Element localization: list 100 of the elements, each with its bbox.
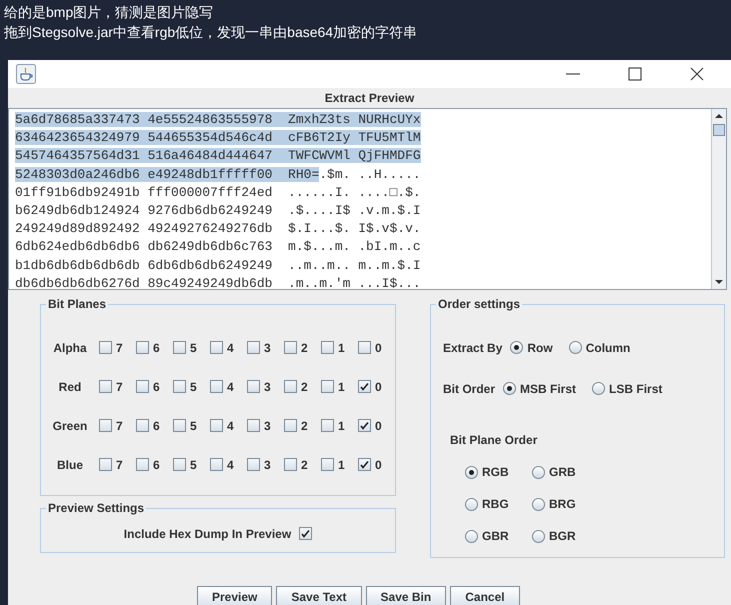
checkbox[interactable] bbox=[136, 419, 149, 432]
scrollbar[interactable] bbox=[711, 109, 726, 289]
bit-label: 2 bbox=[301, 456, 308, 474]
option-label: GBR bbox=[482, 528, 509, 545]
bit-label: 0 bbox=[375, 378, 382, 396]
option-label: Column bbox=[586, 340, 630, 356]
java-cup-icon bbox=[16, 64, 36, 84]
bit-label: 0 bbox=[375, 418, 382, 434]
bit-label: 5 bbox=[190, 340, 197, 356]
checkbox[interactable] bbox=[321, 380, 334, 393]
radio-button[interactable] bbox=[532, 498, 545, 510]
checkbox[interactable] bbox=[321, 341, 334, 354]
group-label: Bit Order bbox=[443, 380, 496, 398]
radio-button[interactable] bbox=[510, 341, 524, 354]
bit-label: 6 bbox=[153, 456, 160, 474]
checkbox[interactable] bbox=[173, 458, 186, 471]
radio-button[interactable] bbox=[532, 466, 545, 478]
checkbox[interactable] bbox=[358, 341, 371, 354]
checkbox[interactable] bbox=[299, 527, 312, 540]
checkbox[interactable] bbox=[173, 341, 186, 354]
dialog-button[interactable]: Cancel bbox=[450, 586, 520, 605]
bit-label: 2 bbox=[301, 340, 308, 356]
bit-label: 4 bbox=[227, 418, 234, 434]
dialog-button[interactable]: Save Text bbox=[276, 586, 362, 605]
bit-label: 1 bbox=[338, 418, 345, 434]
bit-label: 4 bbox=[227, 340, 234, 356]
preview-text: b1db6db6db6db6db 6db6db6db6249249 ..m..m.. m..m.$.I bbox=[15, 258, 421, 273]
group-label: Extract By bbox=[443, 340, 502, 356]
preview-text: db6db6db6db6276d 89c49249249db6db .m..m.'m ...I$... bbox=[15, 276, 421, 289]
radio-button[interactable] bbox=[465, 466, 478, 478]
checkbox[interactable] bbox=[210, 419, 223, 432]
checkbox[interactable] bbox=[358, 458, 371, 471]
channel-label: Alpha bbox=[52, 340, 88, 356]
radio-button[interactable] bbox=[592, 382, 606, 395]
preview-text: b6249db6db124924 9276db6db6249249 .$....I$ .v.m.$.I bbox=[15, 203, 421, 218]
checkbox[interactable] bbox=[210, 458, 223, 471]
scroll-thumb[interactable] bbox=[713, 124, 725, 136]
option-label: RBG bbox=[482, 496, 509, 513]
option-label: RGB bbox=[482, 464, 509, 481]
bit-label: 4 bbox=[227, 456, 234, 474]
bit-label: 6 bbox=[153, 418, 160, 434]
preview-text-area[interactable] bbox=[8, 108, 727, 290]
bit-label: 3 bbox=[264, 378, 271, 396]
radio-button[interactable] bbox=[532, 530, 545, 542]
radio-button[interactable] bbox=[465, 530, 478, 542]
checkbox[interactable] bbox=[284, 341, 297, 354]
checkbox[interactable] bbox=[284, 380, 297, 393]
bit-label: 2 bbox=[301, 378, 308, 396]
checkbox[interactable] bbox=[99, 341, 112, 354]
bit-label: 1 bbox=[338, 456, 345, 474]
checkbox[interactable] bbox=[247, 380, 260, 393]
checkbox[interactable] bbox=[173, 380, 186, 393]
option-label: BGR bbox=[549, 528, 576, 545]
checkbox[interactable] bbox=[284, 419, 297, 432]
checkbox[interactable] bbox=[210, 341, 223, 354]
checkbox[interactable] bbox=[247, 419, 260, 432]
radio-button[interactable] bbox=[503, 382, 516, 395]
bit-label: 1 bbox=[338, 340, 345, 356]
checkbox[interactable] bbox=[284, 458, 297, 471]
bit-label: 6 bbox=[153, 378, 160, 396]
checkbox[interactable] bbox=[358, 380, 371, 393]
selected-text: 5457464357564d31 516a46484d444647 TWFCWVMl QjFHMDFG bbox=[15, 148, 421, 164]
bit-label: 4 bbox=[227, 378, 234, 396]
checkbox[interactable] bbox=[136, 380, 149, 393]
option-label: GRB bbox=[549, 464, 576, 481]
maximize-icon[interactable] bbox=[627, 66, 643, 82]
option-label: Include Hex Dump In Preview bbox=[124, 526, 292, 542]
option-label: Row bbox=[527, 340, 553, 356]
preview-text: .$m. ..H..... bbox=[319, 166, 421, 182]
checkbox[interactable] bbox=[136, 458, 149, 471]
bit-label: 0 bbox=[375, 340, 382, 356]
bit-label: 3 bbox=[264, 340, 271, 356]
checkbox[interactable] bbox=[247, 458, 260, 471]
radio-button[interactable] bbox=[465, 498, 478, 510]
group-label: Bit Plane Order bbox=[450, 432, 538, 449]
checkbox[interactable] bbox=[358, 419, 371, 432]
radio-button[interactable] bbox=[568, 341, 582, 354]
selected-text: 6346423654324979 544655354d546c4d cFB6T2Iy TFU5MTlM bbox=[15, 130, 421, 146]
bit-label: 0 bbox=[375, 456, 382, 474]
dialog-button[interactable]: Preview bbox=[197, 586, 272, 605]
checkbox[interactable] bbox=[99, 458, 112, 471]
checkbox[interactable] bbox=[321, 458, 334, 471]
selected-text: 5a6d78685a337473 4e55524863555978 ZmxhZ3ts NURHcUYx bbox=[15, 112, 421, 127]
checkbox[interactable] bbox=[99, 380, 112, 393]
bit-label: 7 bbox=[116, 378, 123, 396]
channel-label: Blue bbox=[56, 456, 84, 474]
selected-text: 5248303d0a246db6 e49248db1fffff00 RH0= bbox=[15, 166, 320, 182]
checkbox[interactable] bbox=[99, 419, 112, 432]
checkbox[interactable] bbox=[247, 341, 260, 354]
checkbox[interactable] bbox=[210, 380, 223, 393]
checkbox[interactable] bbox=[321, 419, 334, 432]
bit-label: 3 bbox=[264, 418, 271, 434]
close-icon[interactable] bbox=[689, 66, 705, 82]
bit-label: 6 bbox=[153, 340, 160, 356]
checkbox[interactable] bbox=[173, 419, 186, 432]
bit-label: 7 bbox=[116, 456, 123, 474]
dialog-button[interactable]: Save Bin bbox=[366, 586, 446, 605]
bit-label: 5 bbox=[190, 378, 197, 396]
channel-label: Red bbox=[58, 378, 82, 396]
checkbox[interactable] bbox=[136, 341, 149, 354]
